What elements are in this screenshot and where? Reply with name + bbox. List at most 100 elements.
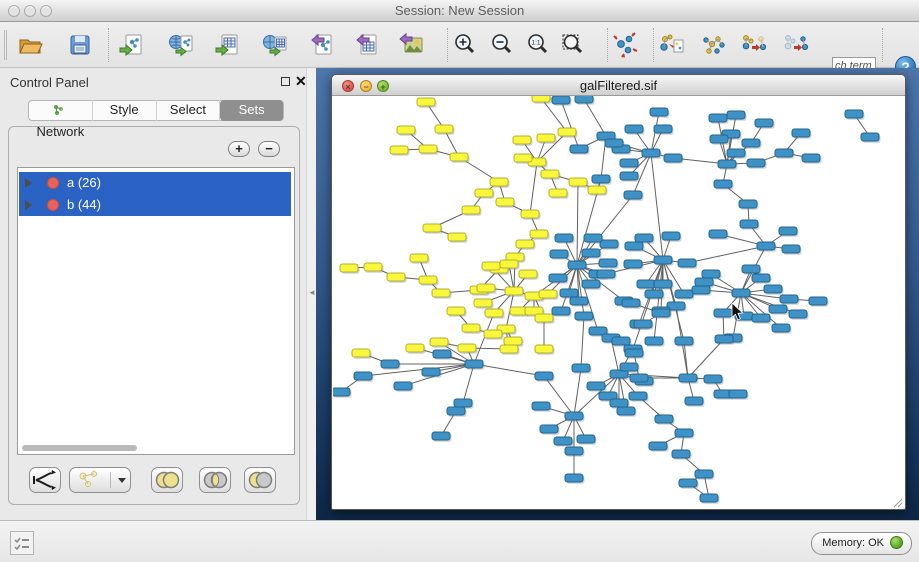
graph-node[interactable] (423, 224, 441, 232)
graph-node[interactable] (514, 154, 532, 162)
graph-node[interactable] (739, 200, 757, 208)
graph-node[interactable] (662, 232, 680, 240)
graph-node[interactable] (679, 374, 697, 382)
graph-node[interactable] (789, 310, 807, 318)
graph-node[interactable] (675, 337, 693, 345)
graph-node[interactable] (417, 98, 435, 106)
graph-node[interactable] (354, 372, 372, 380)
graph-node[interactable] (727, 149, 745, 157)
zoom-actual-size-button[interactable]: 1:1 (521, 30, 555, 62)
graph-node[interactable] (490, 178, 508, 186)
graph-node[interactable] (575, 96, 593, 103)
graph-node[interactable] (679, 479, 697, 487)
graph-node[interactable] (462, 324, 480, 332)
tab-network[interactable]: Network (29, 100, 93, 121)
graph-node[interactable] (729, 390, 747, 398)
graph-node[interactable] (485, 309, 503, 317)
graph-node[interactable] (532, 96, 550, 102)
graph-node[interactable] (577, 435, 595, 443)
zoom-fit-selected-button[interactable] (556, 30, 590, 62)
graph-node[interactable] (752, 314, 770, 322)
graph-node[interactable] (625, 242, 643, 250)
graph-node[interactable] (612, 337, 630, 345)
graph-node[interactable] (582, 280, 600, 288)
graph-node[interactable] (792, 129, 810, 137)
network-frame[interactable]: × − + galFiltered.sif (331, 74, 906, 510)
graph-node[interactable] (406, 344, 424, 352)
graph-node[interactable] (584, 234, 602, 242)
graph-node[interactable] (516, 240, 534, 248)
graph-node[interactable] (521, 210, 539, 218)
import-network-web-button[interactable] (164, 30, 198, 62)
graph-node[interactable] (535, 372, 553, 380)
import-network-file-button[interactable] (114, 30, 148, 62)
graph-node[interactable] (654, 280, 672, 288)
expander-icon[interactable] (25, 200, 32, 210)
graph-node[interactable] (695, 278, 713, 286)
expander-icon[interactable] (25, 178, 32, 188)
graph-node[interactable] (500, 345, 518, 353)
graph-node[interactable] (678, 259, 696, 267)
graph-node[interactable] (620, 159, 638, 167)
graph-node[interactable] (779, 227, 797, 235)
graph-node[interactable] (620, 172, 638, 180)
graph-node[interactable] (624, 260, 642, 268)
zoom-out-button[interactable] (485, 30, 519, 62)
graph-node[interactable] (710, 135, 728, 143)
save-session-button[interactable] (63, 30, 97, 62)
graph-node[interactable] (448, 233, 466, 241)
graph-node[interactable] (630, 374, 648, 382)
tab-style[interactable]: Style (93, 100, 157, 121)
graph-node[interactable] (419, 145, 437, 153)
export-table-button[interactable] (349, 30, 383, 62)
graph-node[interactable] (572, 364, 590, 372)
graph-node[interactable] (809, 297, 827, 305)
difference-button[interactable] (244, 467, 276, 493)
graph-node[interactable] (709, 114, 727, 122)
graph-node[interactable] (565, 474, 583, 482)
graph-node[interactable] (675, 290, 693, 298)
graph-node[interactable] (505, 287, 523, 295)
graph-node[interactable] (634, 320, 652, 328)
graph-node[interactable] (397, 126, 415, 134)
graph-node[interactable] (718, 160, 736, 168)
graph-node[interactable] (539, 290, 557, 298)
network-merge-button[interactable] (697, 30, 731, 62)
graph-node[interactable] (672, 450, 690, 458)
set-row-b[interactable]: b (44) (19, 194, 291, 216)
import-table-file-button[interactable] (210, 30, 244, 62)
graph-node[interactable] (845, 110, 863, 118)
graph-node[interactable] (861, 133, 879, 141)
panel-splitter[interactable]: ◄ (306, 68, 316, 520)
export-network-button[interactable] (304, 30, 338, 62)
graph-node[interactable] (535, 345, 553, 353)
graph-node[interactable] (570, 297, 588, 305)
split-sets-button[interactable] (29, 467, 61, 493)
graph-node[interactable] (605, 139, 623, 147)
graph-node[interactable] (432, 289, 450, 297)
graph-node[interactable] (532, 402, 550, 410)
graph-node[interactable] (700, 494, 718, 502)
network-canvas[interactable] (333, 96, 904, 509)
graph-node[interactable] (340, 264, 358, 272)
graph-node[interactable] (732, 289, 750, 297)
graph-node[interactable] (685, 397, 703, 405)
graph-node[interactable] (772, 324, 790, 332)
apply-layout-button[interactable] (608, 30, 642, 62)
graph-node[interactable] (458, 344, 476, 352)
create-set-from-network-button[interactable] (69, 467, 131, 493)
graph-node[interactable] (500, 260, 518, 268)
graph-node[interactable] (655, 415, 673, 423)
graph-node[interactable] (622, 299, 640, 307)
graph-node[interactable] (747, 159, 765, 167)
graph-node[interactable] (504, 337, 522, 345)
network-difference-right-button[interactable] (779, 30, 813, 62)
graph-node[interactable] (695, 470, 713, 478)
graph-node[interactable] (419, 276, 437, 284)
graph-node[interactable] (333, 388, 350, 396)
graph-node[interactable] (675, 429, 693, 437)
graph-node[interactable] (727, 111, 745, 119)
graph-node[interactable] (381, 360, 399, 368)
graph-node[interactable] (775, 149, 793, 157)
graph-node[interactable] (624, 191, 642, 199)
